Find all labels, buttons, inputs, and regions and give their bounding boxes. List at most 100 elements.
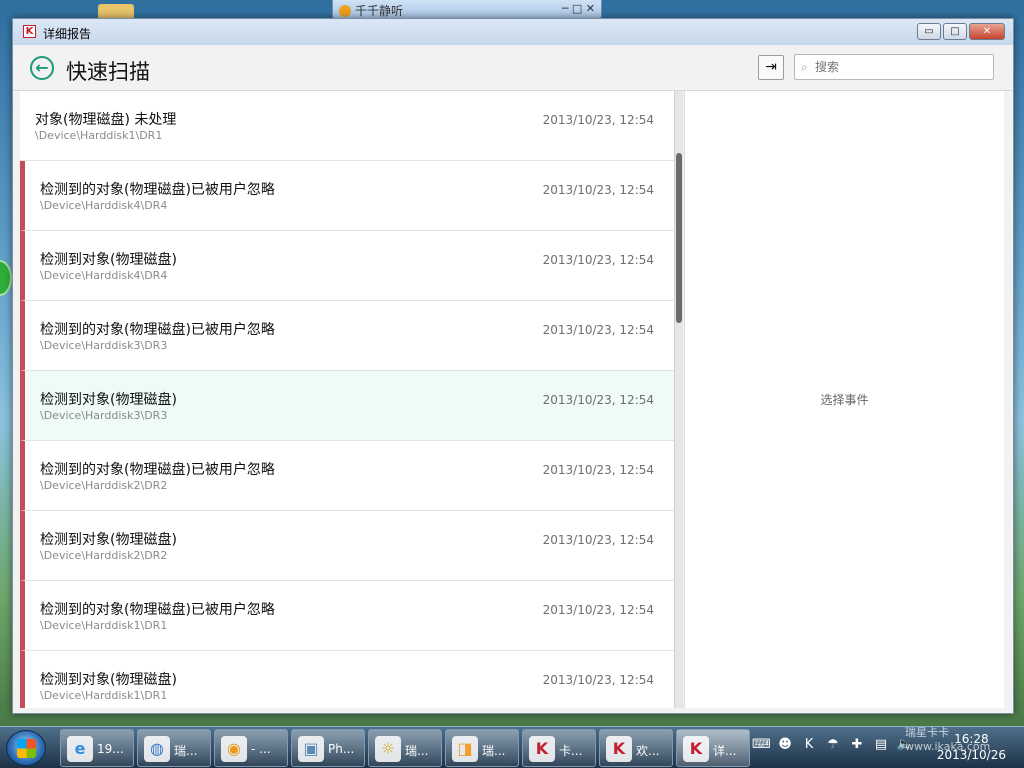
taskbar-app-icon: ◍ [144, 736, 170, 762]
taskbar-button[interactable]: e 19... [60, 729, 134, 767]
taskbar-label: Ph... [328, 742, 355, 756]
event-path: \Device\Harddisk3\DR3 [40, 409, 168, 422]
event-row[interactable]: 对象(物理磁盘) 未处理 \Device\Harddisk1\DR1 2013/10… [20, 91, 674, 161]
taskbar-label: 详... [713, 744, 737, 758]
close-button[interactable]: ✕ [969, 23, 1005, 40]
taskbar-button[interactable]: ☼ 瑞... [368, 729, 442, 767]
background-window-controls: ─ □ ✕ [561, 2, 595, 15]
event-list[interactable]: 对象(物理磁盘) 未处理 \Device\Harddisk1\DR1 2013/10… [20, 91, 674, 708]
tray-icon[interactable]: ☂ [824, 737, 842, 752]
taskbar-label: - ... [251, 742, 271, 756]
event-timestamp: 2013/10/23, 12:54 [542, 603, 654, 617]
event-title: 检测到对象(物理磁盘) [40, 532, 177, 548]
taskbar-label: 瑞... [405, 744, 429, 758]
event-path: \Device\Harddisk1\DR1 [35, 129, 163, 142]
tray-icon[interactable]: ✚ [848, 737, 866, 752]
taskbar-label: 瑞... [174, 744, 198, 758]
event-row[interactable]: 检测到对象(物理磁盘) \Device\Harddisk4\DR4 2013/10/… [20, 231, 674, 301]
select-event-hint: 选择事件 [820, 393, 869, 407]
maximize-button[interactable]: □ [943, 23, 967, 40]
taskbar-button[interactable]: ◉ - ... [214, 729, 288, 767]
event-row[interactable]: 检测到的对象(物理磁盘)已被用户忽略 \Device\Harddisk2\DR2 2… [20, 441, 674, 511]
watermark: 瑞星卡卡 www.ikaka.com [905, 726, 991, 753]
taskbar-label: 19... [97, 742, 124, 756]
event-path: \Device\Harddisk1\DR1 [40, 619, 168, 632]
title-bar[interactable]: K 详细报告 ▭ □ ✕ [13, 19, 1013, 45]
event-title: 检测到对象(物理磁盘) [40, 672, 177, 688]
minimize-button[interactable]: ▭ [917, 23, 941, 40]
event-timestamp: 2013/10/23, 12:54 [542, 113, 654, 127]
taskbar: e 19... ◍ 瑞... ◉ - ... ▣ Ph... ☼ 瑞... ◨ 瑞... K 卡... K 欢… [0, 726, 1024, 768]
event-timestamp: 2013/10/23, 12:54 [542, 253, 654, 267]
event-row[interactable]: 检测到的对象(物理磁盘)已被用户忽略 \Device\Harddisk3\DR3 2… [20, 301, 674, 371]
event-list-scrollbar[interactable] [674, 91, 683, 708]
taskbar-label: 卡... [559, 744, 583, 758]
event-title: 对象(物理磁盘) 未处理 [35, 112, 177, 128]
taskbar-tasks: e 19... ◍ 瑞... ◉ - ... ▣ Ph... ☼ 瑞... ◨ 瑞... K 卡... K 欢… [60, 729, 750, 767]
start-button[interactable] [6, 730, 46, 766]
tray-icon[interactable]: K [800, 737, 818, 752]
event-path: \Device\Harddisk2\DR2 [40, 479, 168, 492]
desktop-gadget-icon[interactable] [0, 260, 12, 296]
event-path: \Device\Harddisk2\DR2 [40, 549, 168, 562]
event-title: 检测到的对象(物理磁盘)已被用户忽略 [40, 182, 275, 198]
taskbar-label: 欢... [636, 744, 660, 758]
event-timestamp: 2013/10/23, 12:54 [542, 323, 654, 337]
event-timestamp: 2013/10/23, 12:54 [542, 533, 654, 547]
taskbar-app-icon: K [683, 736, 709, 762]
report-header: ← 快速扫描 ⇥ ⌕ [13, 45, 1013, 91]
event-row[interactable]: 检测到对象(物理磁盘) \Device\Harddisk3\DR3 2013/10/… [20, 371, 674, 441]
event-detail-pane: 选择事件 [684, 91, 1004, 708]
system-tray: ⌨ ☻ K ☂ ✚ ▤ 🔈 [752, 737, 914, 752]
detail-report-window: K 详细报告 ▭ □ ✕ ← 快速扫描 ⇥ ⌕ 对象(物理磁盘) 未处理\Dev… [12, 18, 1014, 714]
event-title: 检测到对象(物理磁盘) [40, 252, 177, 268]
export-icon[interactable]: ⇥ [758, 55, 784, 80]
taskbar-app-icon: ◨ [452, 736, 478, 762]
tray-icon[interactable]: ▤ [872, 737, 890, 752]
event-timestamp: 2013/10/23, 12:54 [542, 673, 654, 687]
window-title: 详细报告 [43, 27, 92, 41]
search-icon: ⌕ [801, 60, 808, 74]
event-path: \Device\Harddisk1\DR1 [40, 689, 168, 702]
taskbar-app-icon: ☼ [375, 736, 401, 762]
taskbar-app-icon: K [606, 736, 632, 762]
background-window[interactable]: 千千静听 ─ □ ✕ [332, 0, 602, 20]
event-path: \Device\Harddisk4\DR4 [40, 269, 168, 282]
event-title: 检测到的对象(物理磁盘)已被用户忽略 [40, 462, 275, 478]
tray-icon[interactable]: ☻ [776, 737, 794, 752]
taskbar-app-icon: ◉ [221, 736, 247, 762]
event-row[interactable]: 检测到的对象(物理磁盘)已被用户忽略 \Device\Harddisk4\DR4 2… [20, 161, 674, 231]
window-controls: ▭ □ ✕ [917, 23, 1005, 40]
search-box[interactable]: ⌕ [794, 54, 994, 80]
search-input[interactable] [815, 58, 989, 76]
taskbar-app-icon: ▣ [298, 736, 324, 762]
taskbar-button[interactable]: K 详... [676, 729, 750, 767]
event-title: 检测到对象(物理磁盘) [40, 392, 177, 408]
event-path: \Device\Harddisk3\DR3 [40, 339, 168, 352]
kaspersky-app-icon: K [23, 25, 36, 38]
event-timestamp: 2013/10/23, 12:54 [542, 463, 654, 477]
event-timestamp: 2013/10/23, 12:54 [542, 393, 654, 407]
event-path: \Device\Harddisk4\DR4 [40, 199, 168, 212]
taskbar-button[interactable]: ◍ 瑞... [137, 729, 211, 767]
taskbar-button[interactable]: K 欢... [599, 729, 673, 767]
event-timestamp: 2013/10/23, 12:54 [542, 183, 654, 197]
event-row[interactable]: 检测到对象(物理磁盘) \Device\Harddisk1\DR1 2013/10/… [20, 651, 674, 708]
event-title: 检测到的对象(物理磁盘)已被用户忽略 [40, 602, 275, 618]
windows-logo-icon [17, 739, 36, 758]
event-title: 检测到的对象(物理磁盘)已被用户忽略 [40, 322, 275, 338]
taskbar-button[interactable]: ◨ 瑞... [445, 729, 519, 767]
background-window-title: 千千静听 [355, 4, 404, 18]
scrollbar-thumb[interactable] [676, 153, 682, 323]
page-title: 快速扫描 [66, 60, 150, 84]
tray-icon[interactable]: ⌨ [752, 737, 771, 752]
back-arrow-icon[interactable]: ← [30, 56, 54, 80]
taskbar-button[interactable]: K 卡... [522, 729, 596, 767]
event-row[interactable]: 检测到对象(物理磁盘) \Device\Harddisk2\DR2 2013/10/… [20, 511, 674, 581]
taskbar-button[interactable]: ▣ Ph... [291, 729, 365, 767]
music-player-icon [339, 5, 351, 17]
taskbar-app-icon: K [529, 736, 555, 762]
event-row[interactable]: 检测到的对象(物理磁盘)已被用户忽略 \Device\Harddisk1\DR1 2… [20, 581, 674, 651]
taskbar-app-icon: e [67, 736, 93, 762]
taskbar-label: 瑞... [482, 744, 506, 758]
